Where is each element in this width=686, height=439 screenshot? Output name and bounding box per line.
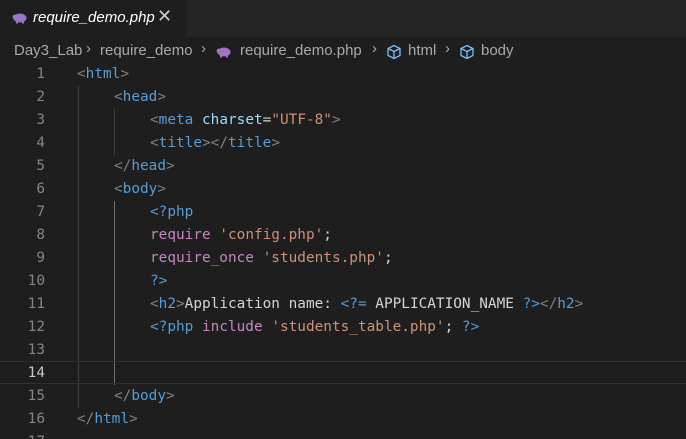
code-line: 16 </html> xyxy=(0,408,686,431)
breadcrumb-item-require-demo[interactable]: require_demo xyxy=(100,42,193,59)
cube-icon xyxy=(460,44,474,60)
code-line: 11 <h2>Application name: <?= APPLICATION… xyxy=(0,293,686,316)
line-number: 17 xyxy=(0,431,45,439)
line-number: 15 xyxy=(27,388,45,404)
php-elephant-icon xyxy=(216,47,231,58)
php-elephant-icon xyxy=(12,13,27,24)
line-number: 16 xyxy=(27,411,45,427)
code-line: 12 <?php include 'students_table.php'; ?… xyxy=(0,316,686,339)
line-number: 3 xyxy=(36,112,45,128)
code-line-current: 14 xyxy=(0,361,686,384)
line-number: 5 xyxy=(36,158,45,174)
breadcrumb-item-html[interactable]: html xyxy=(408,42,436,59)
code-line: 1 <html> xyxy=(0,63,686,86)
tab-label: require_demo.php xyxy=(33,9,155,26)
chevron-right-icon: › xyxy=(201,40,206,57)
line-number: 11 xyxy=(27,296,45,312)
code-text: </head> xyxy=(114,158,175,174)
code-editor[interactable]: 1 <html> 2 <head> 3 <meta charset="UTF-8… xyxy=(0,63,686,439)
code-line: 8 require 'config.php'; xyxy=(0,224,686,247)
breadcrumb-item-file[interactable]: require_demo.php xyxy=(240,42,362,59)
chevron-right-icon: › xyxy=(372,40,377,57)
code-text: <?php xyxy=(150,204,194,220)
line-number: 1 xyxy=(36,66,45,82)
line-number: 13 xyxy=(27,342,45,358)
line-number: 12 xyxy=(27,319,45,335)
code-text: </body> xyxy=(114,388,175,404)
code-line: 9 require_once 'students.php'; xyxy=(0,247,686,270)
breadcrumb: Day3_Lab › require_demo › require_demo.p… xyxy=(0,37,686,65)
code-line: 7 <?php xyxy=(0,201,686,224)
breadcrumb-item-body[interactable]: body xyxy=(481,42,514,59)
line-number: 8 xyxy=(36,227,45,243)
code-line: 15 </body> xyxy=(0,385,686,408)
tab-bar: require_demo.php ✕ xyxy=(0,0,686,37)
code-text: require_once 'students.php'; xyxy=(150,250,393,266)
chevron-right-icon: › xyxy=(445,40,450,57)
line-number: 10 xyxy=(27,273,45,289)
code-text: <h2>Application name: <?= APPLICATION_NA… xyxy=(150,296,584,312)
line-number: 6 xyxy=(36,181,45,197)
code-text: <body> xyxy=(114,181,166,197)
code-text: <html> xyxy=(77,66,129,82)
line-number: 4 xyxy=(36,135,45,151)
code-text: <?php include 'students_table.php'; ?> xyxy=(150,319,480,335)
line-number: 7 xyxy=(36,204,45,220)
breadcrumb-item-day3-lab[interactable]: Day3_Lab xyxy=(14,42,82,59)
code-text: </html> xyxy=(77,411,138,427)
code-line: 4 <title></title> xyxy=(0,132,686,155)
code-line: 5 </head> xyxy=(0,155,686,178)
tab-require-demo[interactable]: require_demo.php ✕ xyxy=(0,0,186,37)
line-number-active: 14 xyxy=(27,365,45,381)
code-line: 3 <meta charset="UTF-8"> xyxy=(0,109,686,132)
close-icon[interactable]: ✕ xyxy=(157,6,172,27)
line-number: 9 xyxy=(36,250,45,266)
cube-icon xyxy=(387,44,401,60)
code-text: <head> xyxy=(114,89,166,105)
code-line: 6 <body> xyxy=(0,178,686,201)
code-text: <title></title> xyxy=(150,135,280,151)
code-line: 13 xyxy=(0,339,686,362)
code-text: require 'config.php'; xyxy=(150,227,332,243)
chevron-right-icon: › xyxy=(86,40,91,57)
code-text: <meta charset="UTF-8"> xyxy=(150,112,341,128)
code-line: 10 ?> xyxy=(0,270,686,293)
code-text: ?> xyxy=(150,273,168,289)
code-line: 17 xyxy=(0,431,686,439)
code-line: 2 <head> xyxy=(0,86,686,109)
line-number: 2 xyxy=(36,89,45,105)
